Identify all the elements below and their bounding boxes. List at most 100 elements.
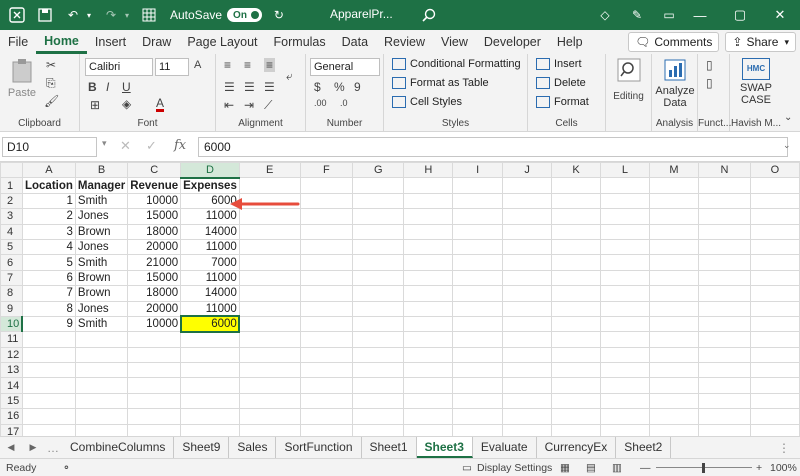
cell-a4[interactable]: 3 — [21, 223, 76, 240]
cell-l2[interactable] — [600, 192, 650, 210]
fill-color-icon[interactable]: ◈ — [122, 97, 131, 111]
cell-h1[interactable] — [403, 177, 454, 194]
cell-k3[interactable] — [551, 208, 601, 225]
name-box[interactable]: D10 — [2, 137, 97, 157]
cell-l6[interactable] — [600, 254, 650, 271]
cell-l9[interactable] — [600, 300, 650, 317]
cell-g13[interactable] — [352, 362, 405, 379]
cell-l14[interactable] — [600, 377, 650, 394]
sheet-tab-sortfunction[interactable]: SortFunction — [276, 437, 362, 458]
prev-sheet-icon[interactable]: ◀ — [0, 442, 22, 453]
cell-h4[interactable] — [403, 223, 454, 240]
cell-k7[interactable] — [551, 269, 601, 287]
cell-l13[interactable] — [600, 362, 650, 379]
page-layout-view-icon[interactable]: ▤ — [586, 462, 596, 474]
copy-icon[interactable]: ⎘ — [46, 76, 56, 91]
column-header-l[interactable]: L — [600, 162, 650, 179]
cell-n5[interactable] — [697, 238, 751, 256]
conditional-formatting-button[interactable]: Conditional Formatting — [392, 58, 521, 70]
cell-g12[interactable] — [352, 346, 405, 364]
name-box-dropdown-icon[interactable]: ▾ — [102, 138, 107, 149]
currency-icon[interactable]: $ — [314, 80, 321, 94]
cell-h15[interactable] — [403, 392, 454, 410]
cell-b12[interactable] — [74, 346, 129, 364]
delete-cells-button[interactable]: Delete — [536, 77, 586, 89]
cell-f16[interactable] — [299, 408, 354, 425]
cell-o5[interactable] — [749, 238, 800, 256]
cell-i1[interactable] — [452, 177, 504, 194]
function-icon-2[interactable]: ▯ — [706, 76, 713, 90]
row-header-9[interactable]: 9 — [0, 300, 23, 317]
font-color-icon[interactable]: A — [156, 97, 165, 112]
cell-l1[interactable] — [600, 177, 650, 194]
cell-f14[interactable] — [299, 377, 354, 394]
next-sheet-icon[interactable]: ▶ — [22, 442, 44, 453]
cell-j4[interactable] — [502, 223, 553, 240]
cell-l10[interactable] — [600, 315, 650, 333]
cell-c10[interactable]: 10000 — [127, 315, 182, 333]
cell-h16[interactable] — [403, 408, 454, 425]
cell-o13[interactable] — [749, 362, 800, 379]
cell-a9[interactable]: 8 — [21, 300, 76, 317]
collapse-ribbon-icon[interactable]: ⌄ — [784, 112, 792, 123]
sheet-tab-currencyex[interactable]: CurrencyEx — [537, 437, 617, 458]
column-header-j[interactable]: J — [502, 162, 553, 179]
cell-c12[interactable] — [127, 346, 182, 364]
cell-j6[interactable] — [502, 254, 553, 271]
cell-g5[interactable] — [352, 238, 405, 256]
cell-g6[interactable] — [352, 254, 405, 271]
cell-g14[interactable] — [352, 377, 405, 394]
row-header-7[interactable]: 7 — [0, 269, 23, 287]
cell-l16[interactable] — [600, 408, 650, 425]
row-header-13[interactable]: 13 — [0, 362, 23, 379]
search-icon[interactable] — [418, 4, 440, 26]
cell-f3[interactable] — [299, 208, 354, 225]
column-header-f[interactable]: F — [299, 162, 354, 179]
row-header-14[interactable]: 14 — [0, 377, 23, 394]
cell-m9[interactable] — [648, 300, 699, 317]
cell-f4[interactable] — [299, 223, 354, 240]
cell-e1[interactable] — [238, 177, 301, 194]
cell-c5[interactable]: 20000 — [127, 238, 182, 256]
accessibility-icon[interactable]: ⚬ — [62, 462, 71, 474]
cell-l11[interactable] — [600, 331, 650, 348]
cell-f10[interactable] — [299, 315, 354, 333]
cancel-icon[interactable]: ✕ — [120, 138, 131, 154]
row-header-6[interactable]: 6 — [0, 254, 23, 271]
cell-o7[interactable] — [749, 269, 800, 287]
cell-m4[interactable] — [648, 223, 699, 240]
row-header-15[interactable]: 15 — [0, 392, 23, 410]
page-break-view-icon[interactable]: ▥ — [612, 462, 622, 474]
row-header-11[interactable]: 11 — [0, 331, 23, 348]
column-header-k[interactable]: K — [551, 162, 601, 179]
cell-f5[interactable] — [299, 238, 354, 256]
cell-d6[interactable]: 7000 — [180, 254, 240, 271]
cell-j12[interactable] — [502, 346, 553, 364]
cell-a11[interactable] — [21, 331, 76, 348]
cell-i16[interactable] — [452, 408, 504, 425]
column-header-o[interactable]: O — [749, 162, 800, 179]
refresh-icon[interactable]: ↻ — [268, 4, 290, 26]
tab-page-layout[interactable]: Page Layout — [179, 30, 265, 54]
cell-n15[interactable] — [697, 392, 751, 410]
align-left-icon[interactable]: ☰ — [224, 80, 235, 94]
share-button[interactable]: ⇪ Share ▾ — [725, 32, 796, 52]
row-header-5[interactable]: 5 — [0, 238, 23, 256]
cell-j10[interactable] — [502, 315, 553, 333]
cell-d12[interactable] — [180, 346, 240, 364]
decrease-decimal-icon[interactable]: .0 — [340, 98, 348, 108]
cell-d10[interactable]: 6000 — [179, 315, 241, 333]
cell-l7[interactable] — [600, 269, 650, 287]
cell-c13[interactable] — [127, 362, 182, 379]
cell-h7[interactable] — [403, 269, 454, 287]
cell-n3[interactable] — [697, 208, 751, 225]
number-format-dropdown[interactable]: General — [310, 58, 380, 76]
cell-j17[interactable] — [502, 423, 553, 436]
redo-dropdown-icon[interactable]: ▾ — [122, 4, 132, 26]
cell-c7[interactable]: 15000 — [127, 269, 182, 287]
cell-i12[interactable] — [452, 346, 504, 364]
increase-decimal-icon[interactable]: .00 — [314, 98, 327, 108]
cell-a14[interactable] — [21, 377, 76, 394]
cell-l3[interactable] — [600, 208, 650, 225]
cell-g11[interactable] — [352, 331, 405, 348]
